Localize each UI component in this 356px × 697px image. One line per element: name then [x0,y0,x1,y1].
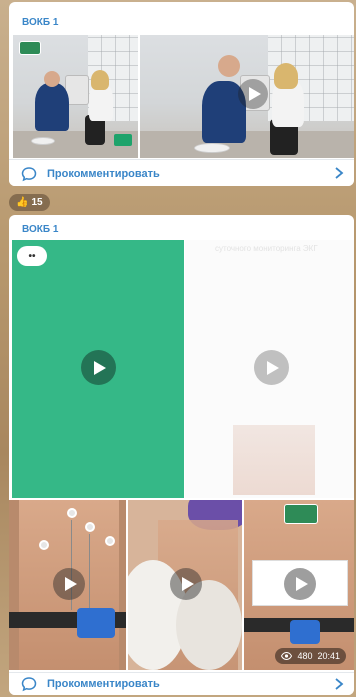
doctor [35,83,69,131]
play-button[interactable] [170,568,202,600]
play-icon [181,577,194,591]
hospital-logo [284,504,318,524]
stool [194,143,230,153]
play-button[interactable] [238,79,268,109]
wire [89,534,90,614]
ghost-caption: суточного мониторинга ЭКГ [215,244,318,253]
comment-bar[interactable]: Прокомментировать [9,159,354,186]
patient-hair [274,63,298,89]
comment-label: Прокомментировать [47,678,160,690]
media-tile-1[interactable]: •• [12,240,184,498]
corner-sticker [114,134,132,146]
holter-monitor [77,608,115,638]
holter-monitor [290,620,320,644]
play-icon [94,360,106,375]
media-tile-5[interactable]: 480 20:41 [244,500,354,670]
electrode [67,508,77,518]
chevron-right-icon [334,166,344,185]
hospital-logo [19,41,41,55]
emoji-bubble: •• [17,246,47,266]
stool [31,137,55,145]
media-tile-4[interactable] [128,500,242,670]
electrode [85,522,95,532]
comment-label: Прокомментировать [47,167,160,180]
floor [140,130,354,158]
faded-photo [233,425,315,495]
play-icon [295,577,308,591]
reaction-count: 15 [31,197,43,208]
play-button[interactable] [81,350,116,385]
patient-hair [91,70,109,90]
media-tile-3[interactable] [9,500,126,670]
chevron-right-icon [334,677,344,695]
electrode [105,536,115,546]
post-card-2: ВОКБ 1 •• суточного мониторинга ЭКГ 480 … [9,215,354,695]
doctor-head [218,55,240,77]
comment-icon [21,166,37,182]
doctor-head [44,71,60,87]
electrode [39,540,49,550]
post-time: 20:41 [317,651,340,661]
play-icon [248,87,261,101]
play-button[interactable] [254,350,289,385]
post-photo-2[interactable] [140,35,354,158]
play-button[interactable] [53,568,85,600]
thumbs-up-icon: 👍 [16,197,29,208]
play-button[interactable] [284,568,316,600]
post-author[interactable]: ВОКБ 1 [22,17,58,28]
play-icon [267,360,279,375]
view-count: 480 [297,651,313,661]
post-author[interactable]: ВОКБ 1 [22,224,58,235]
play-icon [64,577,77,591]
eye-icon [281,652,293,660]
media-tile-2[interactable]: суточного мониторинга ЭКГ [185,240,354,498]
post-card-1: ВОКБ 1 Прокомментировать [9,2,354,186]
comment-icon [21,676,37,692]
post-meta: 480 20:41 [275,648,346,664]
post-photo-1[interactable] [13,35,138,158]
comment-bar[interactable]: Прокомментировать [9,672,354,695]
reaction-badge[interactable]: 👍 15 [9,194,50,211]
